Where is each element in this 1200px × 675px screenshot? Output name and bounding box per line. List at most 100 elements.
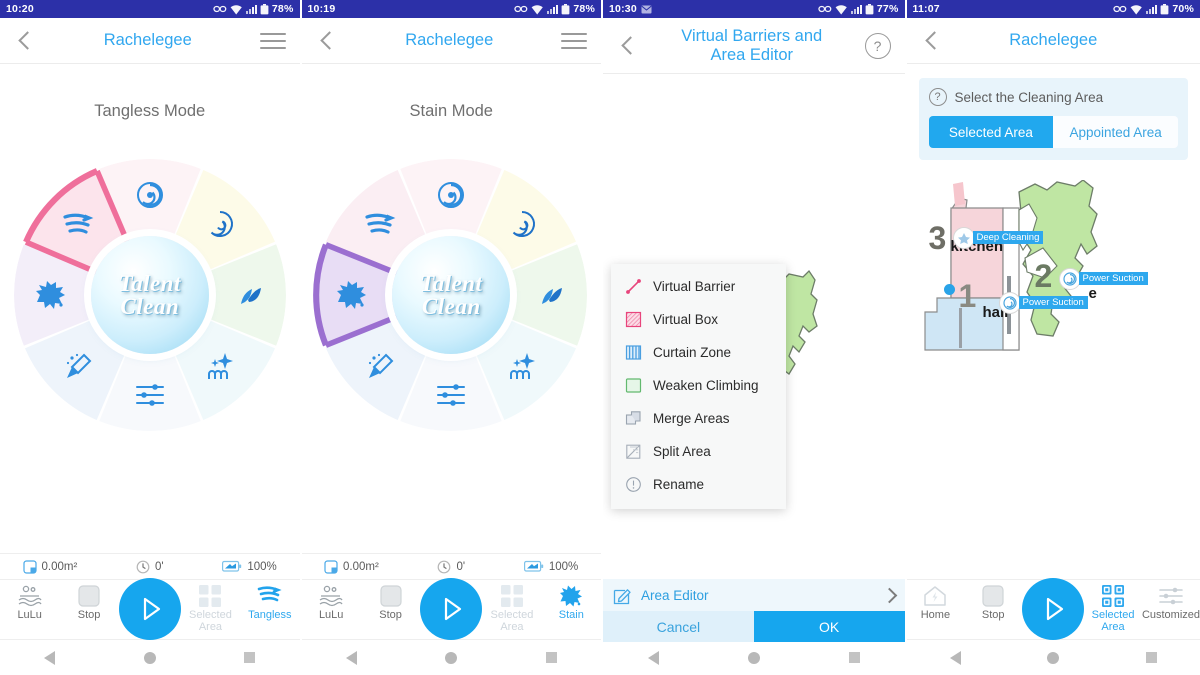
menu-item-virtual-box[interactable]: Virtual Box xyxy=(611,303,786,336)
stat-time-value: 0' xyxy=(456,560,466,573)
help-icon[interactable]: ? xyxy=(928,88,947,106)
context-menu[interactable]: Virtual Barrier Virtual Box Curtain Zone… xyxy=(611,264,786,509)
room-name-2: e xyxy=(1088,285,1097,302)
action-lulu[interactable]: LuLu xyxy=(0,584,59,622)
back-chevron-icon[interactable] xyxy=(14,30,36,52)
menu-item-label: Curtain Zone xyxy=(653,345,732,360)
action-bar: LuLu Stop Selected Area Stain xyxy=(301,578,601,640)
menu-item-merge-areas[interactable]: Merge Areas xyxy=(611,402,786,435)
action-stain[interactable]: Stain xyxy=(542,584,601,622)
nav-home-icon[interactable] xyxy=(747,651,760,664)
menu-item-rename[interactable]: Rename xyxy=(611,468,786,501)
talent-clean-wheel[interactable]: Talent Clean xyxy=(313,159,588,431)
chevron-right-icon[interactable] xyxy=(882,589,895,602)
title-bar: Rachelegee xyxy=(906,18,1200,64)
select-card-header: ? Select the Cleaning Area xyxy=(928,88,1179,106)
hub-line-1: Talent xyxy=(118,271,181,296)
battery-icon xyxy=(523,560,544,573)
action-selected-area[interactable]: Selected Area xyxy=(181,584,240,633)
nav-recents-icon[interactable] xyxy=(1145,652,1157,663)
action-customized[interactable]: Customized xyxy=(1142,584,1200,622)
nav-back-icon[interactable] xyxy=(949,650,961,665)
nav-recents-icon[interactable] xyxy=(848,652,860,663)
help-icon[interactable]: ? xyxy=(864,32,891,59)
nav-back-icon[interactable] xyxy=(44,650,56,665)
map-canvas[interactable]: 3 kitchen 2 e 1 hall Deep Cleaning Power… xyxy=(907,180,1200,575)
link-icon xyxy=(818,4,832,14)
android-nav-bar xyxy=(301,640,601,675)
signal-icon xyxy=(1146,4,1158,14)
talent-clean-wheel[interactable]: Talent Clean xyxy=(13,159,286,431)
message-icon xyxy=(641,5,652,14)
status-battery-percent: 77% xyxy=(876,3,899,15)
action-label: Customized xyxy=(1141,609,1200,621)
back-chevron-icon[interactable] xyxy=(316,30,338,52)
menu-item-curtain-zone[interactable]: Curtain Zone xyxy=(611,336,786,369)
ok-button[interactable]: OK xyxy=(753,611,905,642)
select-card-title: Select the Cleaning Area xyxy=(954,89,1104,105)
menu-item-virtual-barrier[interactable]: Virtual Barrier xyxy=(611,270,786,303)
action-home[interactable]: Home xyxy=(907,584,965,622)
play-button[interactable] xyxy=(1022,578,1085,640)
status-bar: 10:20 78% xyxy=(0,0,300,18)
play-icon xyxy=(1036,592,1070,626)
wheel-hub[interactable]: Talent Clean xyxy=(392,236,511,354)
hub-line-2: Clean xyxy=(421,294,481,319)
mode-label: Tangless Mode xyxy=(94,102,206,120)
tab-appointed-area[interactable]: Appointed Area xyxy=(1053,116,1179,148)
curtain-zone-icon xyxy=(625,344,642,361)
menu-item-label: Split Area xyxy=(653,444,711,459)
action-stop[interactable]: Stop xyxy=(964,584,1022,622)
robot-position-dot xyxy=(943,284,955,295)
wheel-hub[interactable]: Talent Clean xyxy=(90,236,209,354)
battery-icon xyxy=(1160,3,1169,15)
nav-home-icon[interactable] xyxy=(143,651,156,664)
menu-item-weaken-climbing[interactable]: Weaken Climbing xyxy=(611,369,786,402)
stat-battery-value: 100% xyxy=(548,560,579,573)
action-label: LuLu xyxy=(318,609,344,621)
nav-home-icon[interactable] xyxy=(1047,651,1060,664)
wifi-icon xyxy=(230,4,243,15)
area-mode-tabs: Selected Area Appointed Area xyxy=(928,116,1179,148)
mode-label: Stain Mode xyxy=(409,102,493,120)
cancel-button[interactable]: Cancel xyxy=(603,611,754,642)
wifi-icon xyxy=(1130,4,1143,15)
page-title-line-1: Virtual Barriers and xyxy=(681,26,823,45)
action-lulu[interactable]: LuLu xyxy=(302,584,361,622)
menu-item-label: Virtual Box xyxy=(653,312,719,327)
play-button[interactable] xyxy=(420,578,483,640)
back-chevron-icon[interactable] xyxy=(617,35,639,57)
nav-recents-icon[interactable] xyxy=(545,652,557,663)
menu-item-label: Rename xyxy=(653,477,705,492)
play-button[interactable] xyxy=(118,578,181,640)
action-selected-area[interactable]: Selected Area xyxy=(1084,584,1142,633)
action-stop[interactable]: Stop xyxy=(59,584,118,622)
area-editor-row[interactable]: Area Editor xyxy=(603,579,905,611)
status-bar: 11:07 70% xyxy=(906,0,1200,18)
nav-home-icon[interactable] xyxy=(445,651,458,664)
action-stop[interactable]: Stop xyxy=(361,584,420,622)
action-selected-area[interactable]: Selected Area xyxy=(482,584,541,633)
status-time: 11:07 xyxy=(912,3,940,15)
stat-area: 0.00m² xyxy=(302,559,402,574)
nav-back-icon[interactable] xyxy=(647,650,659,665)
hamburger-icon[interactable] xyxy=(561,32,587,49)
tab-selected-area[interactable]: Selected Area xyxy=(928,116,1054,148)
nav-recents-icon[interactable] xyxy=(244,652,256,663)
back-chevron-icon[interactable] xyxy=(921,30,943,52)
status-bar: 10:30 77% xyxy=(603,0,905,18)
stop-icon xyxy=(379,584,403,608)
page-title: Rachelegee xyxy=(1009,31,1098,50)
title-bar: Rachelegee xyxy=(301,18,601,64)
action-label: Stop xyxy=(77,609,101,621)
action-tangless[interactable]: Tangless xyxy=(240,584,299,622)
battery-icon xyxy=(865,3,874,15)
nav-back-icon[interactable] xyxy=(345,650,357,665)
menu-item-split-area[interactable]: Split Area xyxy=(611,435,786,468)
stat-time: 0' xyxy=(401,560,501,574)
phone-screen-tangless: 10:20 78% Rachelegee Tangless Mode Talen… xyxy=(0,0,300,675)
action-label: Selected Area xyxy=(189,609,232,633)
rename-icon xyxy=(625,476,642,493)
stat-battery: 100% xyxy=(501,560,601,573)
hamburger-icon[interactable] xyxy=(259,32,286,49)
